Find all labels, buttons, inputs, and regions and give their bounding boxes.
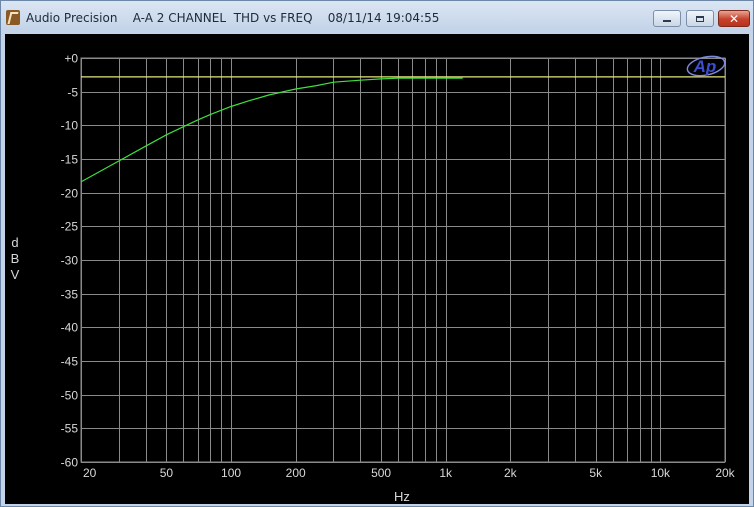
y-tick-label: -55 xyxy=(61,422,79,436)
x-tick-label: 1k xyxy=(439,466,453,480)
y-tick-label: +0 xyxy=(64,52,78,66)
y-axis-label-v: V xyxy=(11,267,20,282)
y-axis-label-d: d xyxy=(11,235,18,250)
y-tick-label: -15 xyxy=(61,153,79,167)
y-tick-label: -30 xyxy=(61,254,79,268)
y-tick-label: -20 xyxy=(61,187,79,201)
close-button[interactable]: ✕ xyxy=(718,10,750,27)
y-tick-label: -45 xyxy=(61,355,79,369)
y-tick-label: -5 xyxy=(67,86,78,100)
maximize-button[interactable] xyxy=(686,10,714,27)
y-tick-label: -25 xyxy=(61,220,79,234)
x-tick-label: 200 xyxy=(286,466,306,480)
window-title: Audio Precision A-A 2 CHANNEL THD vs FRE… xyxy=(26,11,440,25)
x-tick-label: 10k xyxy=(651,466,671,480)
y-tick-label: -40 xyxy=(61,321,79,335)
close-icon: ✕ xyxy=(728,11,740,26)
y-tick-label: -10 xyxy=(61,119,79,133)
app-window: Audio Precision A-A 2 CHANNEL THD vs FRE… xyxy=(0,0,754,507)
minimize-button[interactable] xyxy=(653,10,681,27)
y-axis-label-b: B xyxy=(11,251,20,266)
ap-logo-text: Ap xyxy=(693,57,717,76)
minimize-icon xyxy=(663,20,671,22)
maximize-icon xyxy=(696,15,704,22)
x-tick-label: 50 xyxy=(160,466,174,480)
x-tick-label: 5k xyxy=(589,466,603,480)
y-tick-label: -35 xyxy=(61,288,79,302)
x-tick-label: 100 xyxy=(221,466,241,480)
y-tick-label: -50 xyxy=(61,389,79,403)
plot-area: +0 -5 -10 -15 -20 -25 -30 -35 -40 -45 -50 -55 -60 20 5… xyxy=(5,34,749,504)
x-axis-label: Hz xyxy=(394,489,410,504)
y-tick-label: -60 xyxy=(61,456,79,470)
x-tick-label: 20k xyxy=(715,466,735,480)
ap-logo: Ap xyxy=(686,55,726,77)
audio-precision-app-icon[interactable] xyxy=(6,10,20,25)
x-tick-label: 500 xyxy=(371,466,391,480)
grid xyxy=(80,57,726,463)
x-tick-label: 2k xyxy=(504,466,518,480)
thd-trace xyxy=(80,77,463,183)
y-axis-label: d B V xyxy=(11,235,20,282)
thd-vs-freq-chart: +0 -5 -10 -15 -20 -25 -30 -35 -40 -45 -50 -55 -60 20 5… xyxy=(11,52,736,505)
x-tick-label: 20 xyxy=(83,466,97,480)
title-bar[interactable]: Audio Precision A-A 2 CHANNEL THD vs FRE… xyxy=(1,1,753,33)
